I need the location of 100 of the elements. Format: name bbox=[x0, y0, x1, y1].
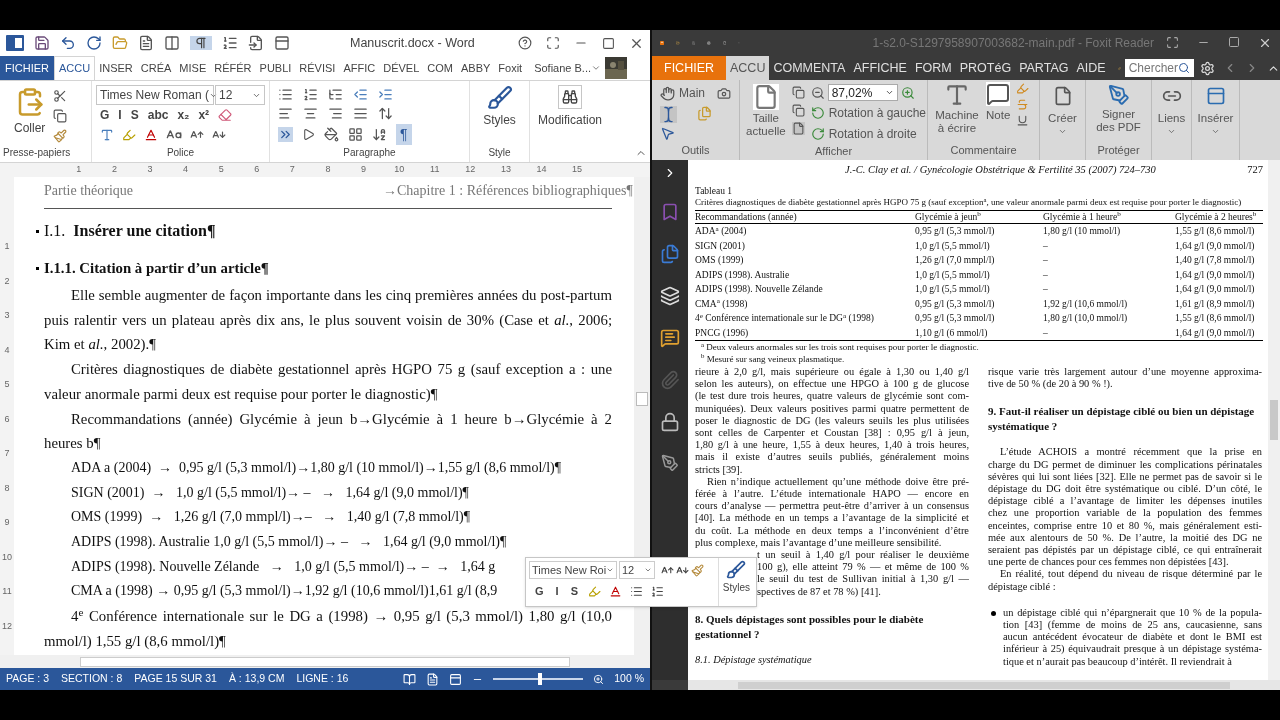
text-line: tion [43] (femme de moins de 25 ans, caucasienne, sans bbox=[1003, 619, 1262, 632]
ribbon-tab[interactable]: INSER bbox=[95, 56, 137, 80]
text-line: cours d’analyse — permettra peut-être d’arriver à un consensus bbox=[695, 500, 969, 513]
ribbon-tab[interactable]: PROTéG bbox=[955, 56, 1016, 80]
ribbon-tab[interactable]: AFFIC bbox=[339, 56, 380, 80]
group-label: Paragraphe bbox=[342, 146, 397, 160]
text-line: plus complexe, mais l’avantage d’une meilleure sensibilité. bbox=[695, 536, 943, 550]
footnote: $^{a}$ Deux valeurs anormales sur les trois sont requises pour porter le diagnostic. bbox=[700, 342, 980, 353]
format-button[interactable]: I bbox=[553, 583, 561, 600]
ruler-number: 7 bbox=[288, 163, 296, 177]
search-field[interactable]: Chercher bbox=[1124, 59, 1194, 77]
ribbon-tab[interactable]: PARTAG bbox=[1015, 56, 1073, 80]
text-line: CMA a (1998) → 0,95 g/l (5,3 mmol/l)→1,92 g/l (10,6 mmol/l)1,61 g/l (8,9 bbox=[71, 582, 498, 601]
format-button[interactable]: S bbox=[130, 106, 139, 125]
ribbon-tab[interactable]: MISE bbox=[175, 56, 211, 80]
heading-number: I.1. bbox=[44, 221, 66, 241]
note-button[interactable]: Note bbox=[986, 82, 1011, 135]
editing-button[interactable]: Modification bbox=[530, 81, 610, 129]
table-caption: Critères diagnostiques de diabète gestationnel après HGPO 75 g (sauf exception$^{a}$, une valeur anormale parmi deux est requise pour porter le diagnostic) bbox=[695, 197, 1242, 208]
paragraph: Critères diagnostiques de diabète gestationnel après HGPO 75 g (sauf exception a : une valeur anormale parmi deux est requise pour porter le diagnostic)¶ bbox=[44, 360, 612, 404]
table-cell-text: 1,64 g/l (9,0 mmol/l) bbox=[1175, 326, 1256, 340]
font-field[interactable]: Times New Roi bbox=[529, 561, 617, 579]
status-text: PAGE : 3 bbox=[6, 671, 49, 687]
group-label: Style bbox=[488, 146, 511, 160]
text-line: enceintes, comprise entre 10 et 80 %, mais généralement esti- bbox=[988, 519, 1262, 532]
rotate-right-button[interactable]: Rotation à droite bbox=[810, 125, 927, 143]
group-label: Protéger bbox=[1097, 142, 1140, 158]
window-title: 1-s2.0-S1297958907003682-main.pdf - Foxit Reader bbox=[872, 35, 1154, 52]
table-cell-text: 1,55 g/l (8,6 mmol/l) bbox=[1175, 312, 1256, 326]
table-cell-text: 1,55 g/l (8,6 mmol/l) bbox=[1175, 225, 1256, 239]
text-line: muniquées). Deux valeurs positives parmi quatre permettent de bbox=[695, 402, 969, 415]
ruler-number: 12 bbox=[2, 619, 12, 633]
zoom-field[interactable]: 87,02% bbox=[827, 84, 898, 101]
text-line: férée à l’autre. L’étude internationale HAPO — encore en bbox=[695, 488, 969, 501]
ribbon-tab[interactable]: COMMENTA bbox=[769, 56, 850, 80]
table-cell-text: 4$^{e}$ Conférence internationale sur le DG$^{a}$ (1998) bbox=[695, 311, 875, 326]
text-line: 8. Quels dépistages sont possibles pour le diabète bbox=[695, 611, 925, 627]
ruler-number: 10 bbox=[393, 163, 406, 177]
hand-tool-button[interactable]: Main bbox=[660, 84, 705, 102]
ribbon-tab[interactable]: FORM bbox=[910, 56, 956, 80]
window-title: Manuscrit.docx - Word bbox=[350, 34, 475, 52]
table-cell-text: 1,80 g/l (10,0 mmol/l) bbox=[1043, 312, 1129, 326]
styles-button[interactable]: Styles bbox=[717, 558, 756, 606]
actual-size-button[interactable]: Taille actuelle bbox=[746, 84, 786, 143]
ribbon-tab[interactable]: ABBY bbox=[456, 56, 495, 80]
text-line: 8.1. Dépistage systématique bbox=[695, 653, 813, 667]
table-cell-text: 1,61 g/l (8,9 mmol/l) bbox=[1175, 297, 1256, 311]
format-button[interactable]: G bbox=[100, 106, 110, 125]
font-size-field[interactable]: 12 bbox=[215, 85, 265, 105]
user-name[interactable]: Sofiane B... bbox=[534, 59, 592, 77]
sign-button[interactable]: Signer des PDF bbox=[1093, 84, 1144, 134]
show-marks-button[interactable]: ¶ bbox=[396, 124, 412, 145]
paragraph: 4$^{e}$ Conférence internationale sur le DG a (1998) → 0,95 g/l (5,3 mmol/l) 1,80 g/l (10,0 mmol/l) 1,55 g/l (8,6 mmol/l)¶ bbox=[44, 604, 612, 651]
typewriter-button[interactable]: Machine à écrire bbox=[934, 82, 980, 135]
ribbon-tab[interactable]: COM bbox=[423, 56, 457, 80]
font-field[interactable]: Times New Roman ( bbox=[96, 85, 214, 105]
ribbon-tab[interactable]: ACCU bbox=[726, 56, 770, 80]
text-line: dépistage ciblé a l’avantage de limiter les dépenses inutiles bbox=[988, 495, 1262, 508]
format-button[interactable]: abc bbox=[147, 106, 169, 125]
ruler-number: 5 bbox=[4, 378, 10, 391]
format-button[interactable]: x₂ bbox=[177, 106, 190, 125]
format-button[interactable]: x² bbox=[198, 106, 210, 125]
ruler-number: 8 bbox=[324, 163, 332, 177]
table-cell-text: 1,0 g/l (5,5 mmol/l) bbox=[915, 239, 991, 253]
table-cell-text: CMA$^{a}$ (1998) bbox=[695, 296, 749, 311]
ribbon-tab[interactable]: ACCU bbox=[54, 56, 96, 80]
text-line: charge du DG permet de diminuer les complications périnatales bbox=[988, 458, 1262, 471]
ribbon-tab[interactable]: AIDE bbox=[1072, 56, 1110, 80]
running-head: J.-C. Clay et al. / Gynécologie Obstétrique & Fertilité 35 (2007) 724–730 bbox=[845, 163, 1156, 178]
ruler-number: 7 bbox=[4, 447, 10, 460]
table-cell-text: ADIPS (1998). Nouvelle Zélande bbox=[695, 283, 824, 297]
table-cell-text: 1,64 g/l (9,0 mmol/l) bbox=[1175, 268, 1256, 282]
format-button[interactable]: I bbox=[118, 106, 122, 125]
paragraph: Recommandations (année) Glycémie à jeun b→Glycémie à 1 heure b→Glycémie à 2 heures b¶ bbox=[44, 409, 612, 454]
text-line: En réalité, tout dépend du niveau de risque déterminé par le bbox=[999, 568, 1262, 581]
table-cell-text: – bbox=[1043, 268, 1049, 282]
ribbon-tab[interactable]: CRÉA bbox=[136, 56, 176, 80]
rotate-left-button[interactable]: Rotation à gauche bbox=[810, 104, 927, 122]
font-size-field[interactable]: 12 bbox=[619, 561, 655, 579]
text-line: stricts [39]. bbox=[695, 463, 744, 476]
styles-button[interactable]: Styles bbox=[483, 81, 516, 145]
table-cell-text: 1,26 g/l (7,0 mmpl/l) bbox=[915, 254, 996, 268]
ribbon-tab[interactable]: RÉFÉR bbox=[210, 56, 256, 80]
ruler-number: 6 bbox=[253, 163, 261, 177]
ruler-number: 12 bbox=[464, 163, 477, 177]
ruler-number: 1 bbox=[4, 240, 10, 253]
file-tab[interactable]: FICHIER bbox=[0, 56, 54, 80]
format-button[interactable]: G bbox=[533, 583, 546, 600]
ruler-number: 9 bbox=[360, 163, 368, 177]
format-button[interactable]: S bbox=[568, 583, 580, 600]
zoom-level[interactable]: 100 % bbox=[614, 671, 644, 687]
paste-button[interactable]: Coller bbox=[14, 87, 46, 145]
table-cell-text: 0,95 g/l (5,3 mmol/l) bbox=[915, 312, 996, 326]
ribbon-tab[interactable]: DÉVEL bbox=[379, 56, 424, 80]
ribbon-tab[interactable]: RÉVISI bbox=[295, 56, 340, 80]
ribbon-tab[interactable]: Foxit bbox=[494, 56, 527, 80]
ribbon-tab[interactable]: AFFICHE bbox=[849, 56, 911, 80]
ruler-number: 11 bbox=[429, 163, 441, 177]
ribbon-tab[interactable]: PUBLI bbox=[255, 56, 296, 80]
table-cell-text: 1,0 g/l (5,5 mmol/l) bbox=[915, 268, 991, 282]
